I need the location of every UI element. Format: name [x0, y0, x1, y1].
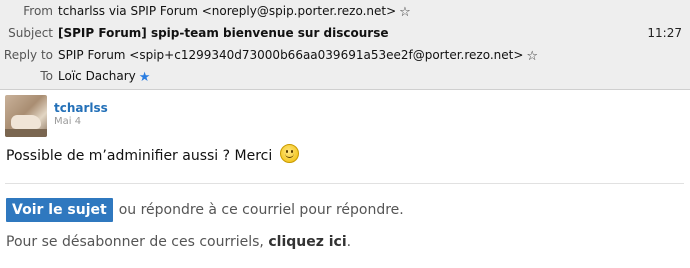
from-address[interactable]: tcharlss via SPIP Forum <noreply@spip.po… — [58, 4, 396, 18]
subject-value: [SPIP Forum] spip-team bienvenue sur dis… — [58, 26, 389, 40]
avatar[interactable] — [5, 95, 47, 137]
from-label: From — [23, 4, 53, 18]
star-filled-icon[interactable]: ★ — [139, 68, 151, 88]
star-outline-icon[interactable]: ☆ — [526, 47, 538, 67]
unsubscribe-suffix: . — [346, 234, 352, 250]
cta-suffix: ou répondre à ce courriel pour répondre. — [118, 202, 404, 218]
avatar-foot-graphic — [11, 115, 41, 129]
smiley-icon — [279, 144, 299, 163]
post-date: Mai 4 — [54, 116, 82, 127]
view-topic-button[interactable]: Voir le sujet — [6, 198, 113, 222]
from-value[interactable]: tcharlss via SPIP Forum <noreply@spip.po… — [58, 1, 411, 23]
from-row: From tcharlss via SPIP Forum <noreply@sp… — [0, 1, 690, 21]
post-message-text: Possible de m’adminifier aussi ? Merci — [6, 148, 273, 164]
subject-row: Subject [SPIP Forum] spip-team bienvenue… — [0, 23, 690, 43]
cta-row: Voir le sujet ou répondre à ce courriel p… — [6, 198, 404, 222]
star-outline-icon[interactable]: ☆ — [399, 3, 411, 23]
to-value[interactable]: Loïc Dachary ★ — [58, 66, 150, 88]
post-message: Possible de m’adminifier aussi ? Merci — [6, 144, 299, 165]
post-author[interactable]: tcharlss — [54, 101, 108, 115]
to-label: To — [40, 69, 53, 83]
unsubscribe-line: Pour se désabonner de ces courriels, cli… — [6, 232, 351, 252]
reply-to-value[interactable]: SPIP Forum <spip+c1299340d73000b66aa0396… — [58, 45, 538, 67]
email-header: From tcharlss via SPIP Forum <noreply@sp… — [0, 0, 690, 90]
unsubscribe-prefix: Pour se désabonner de ces courriels, — [6, 234, 264, 250]
reply-to-address[interactable]: SPIP Forum <spip+c1299340d73000b66aa0396… — [58, 48, 523, 62]
to-row: To Loïc Dachary ★ — [0, 66, 690, 86]
subject-label: Subject — [8, 26, 53, 40]
reply-to-row: Reply to SPIP Forum <spip+c1299340d73000… — [0, 45, 690, 65]
reply-to-label: Reply to — [3, 48, 53, 62]
message-time: 11:27 — [647, 26, 682, 40]
to-recipient[interactable]: Loïc Dachary — [58, 69, 136, 83]
unsubscribe-link[interactable]: cliquez ici — [268, 234, 346, 250]
avatar-stripe-graphic — [5, 129, 47, 137]
divider — [5, 183, 684, 184]
